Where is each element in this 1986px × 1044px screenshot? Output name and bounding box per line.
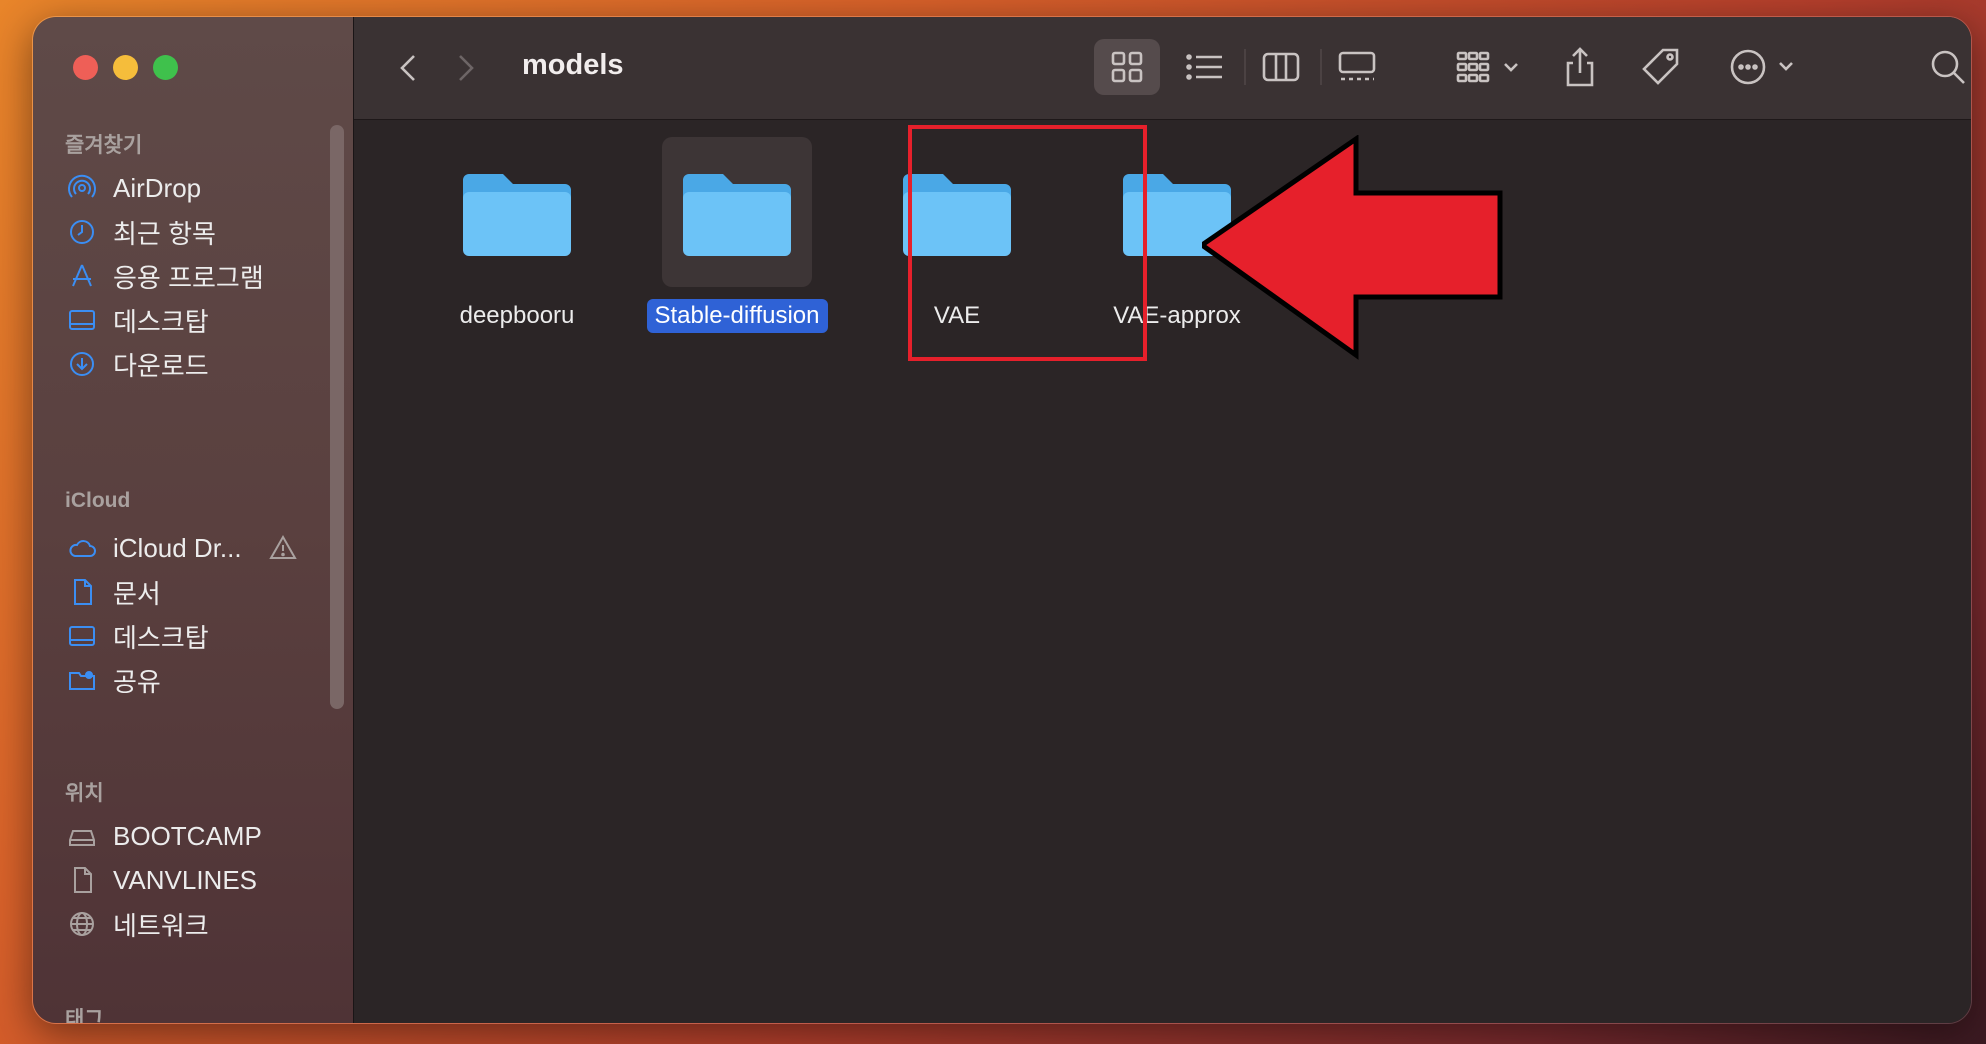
sidebar-item-shared[interactable]: 공유 [65, 657, 161, 703]
more-actions-button[interactable] [1726, 47, 1810, 87]
applications-icon [65, 259, 99, 293]
list-view-button[interactable] [1178, 47, 1232, 87]
main-content: models deepbooru Stable-diffusion VAE VA… [353, 17, 1971, 1023]
zoom-button[interactable] [153, 55, 178, 80]
sidebar-item-label: 데스크탑 [113, 306, 209, 337]
sidebar-section-locations: 위치 [65, 782, 104, 805]
document-icon [65, 575, 99, 609]
gallery-icon [1338, 51, 1376, 81]
window-controls [73, 55, 178, 80]
sidebar-item-icloud-desktop[interactable]: 데스크탑 [65, 613, 209, 659]
highlight-box [908, 125, 1147, 361]
group-button[interactable] [1450, 47, 1530, 87]
warning-icon [266, 531, 300, 565]
back-button[interactable] [394, 51, 424, 85]
sidebar-item-recents[interactable]: 최근 항목 [65, 209, 216, 255]
sidebar-item-label: 공유 [113, 666, 161, 697]
sidebar-item-label: 최근 항목 [113, 218, 216, 249]
share-button[interactable] [1560, 43, 1600, 91]
column-view-button[interactable] [1254, 47, 1308, 87]
chevron-left-icon [400, 55, 415, 81]
tag-icon [1642, 48, 1679, 85]
search-icon [1931, 50, 1965, 84]
list-icon [1186, 54, 1222, 80]
sidebar-item-network[interactable]: 네트워크 [65, 901, 209, 947]
sidebar-item-label: 응용 프로그램 [113, 262, 264, 293]
cloud-icon [65, 531, 99, 565]
annotation-arrow-icon [1202, 135, 1503, 360]
window-title: models [522, 49, 624, 81]
sidebar-item-vanvlines[interactable]: VANVLINES [65, 857, 257, 903]
folder-icon [442, 137, 592, 287]
globe-icon [65, 907, 99, 941]
sidebar: 즐겨찾기 AirDrop 최근 항목 응용 프로그램 데스크탑 다운로드 iCl… [33, 17, 353, 1023]
forward-button[interactable] [450, 51, 480, 85]
desktop-icon [65, 619, 99, 653]
sidebar-item-downloads[interactable]: 다운로드 [65, 341, 209, 387]
sidebar-item-label: VANVLINES [113, 864, 258, 895]
chevron-right-icon [459, 55, 474, 81]
search-button[interactable] [1926, 45, 1970, 89]
sidebar-item-label: BOOTCAMP [113, 820, 262, 851]
sidebar-item-applications[interactable]: 응용 프로그램 [65, 253, 264, 299]
airdrop-icon [65, 171, 99, 205]
download-icon [65, 347, 99, 381]
sidebar-item-label: 데스크탑 [113, 622, 209, 653]
grid-icon [1111, 51, 1143, 83]
sidebar-item-airdrop[interactable]: AirDrop [65, 165, 201, 211]
sidebar-section-favorites: 즐겨찾기 [65, 134, 143, 157]
minimize-button[interactable] [113, 55, 138, 80]
desktop-icon [65, 303, 99, 337]
document-icon [65, 863, 99, 897]
folder-icon [662, 137, 812, 287]
sidebar-section-tags: 태그 [65, 1008, 104, 1024]
file-item-stable-diffusion[interactable]: Stable-diffusion [646, 137, 828, 333]
ellipsis-circle-icon [1730, 49, 1793, 85]
sidebar-item-bootcamp[interactable]: BOOTCAMP [65, 813, 262, 859]
sidebar-item-desktop[interactable]: 데스크탑 [65, 297, 209, 343]
share-icon [1566, 47, 1594, 87]
drive-icon [65, 819, 99, 853]
group-icon [1456, 51, 1518, 83]
shared-folder-icon [65, 663, 99, 697]
close-button[interactable] [73, 55, 98, 80]
file-name: deepbooru [459, 302, 575, 329]
sidebar-item-label: 문서 [113, 578, 161, 609]
sidebar-item-label: 네트워크 [113, 910, 209, 941]
sidebar-item-label: iCloud Dr... [113, 532, 242, 563]
gallery-view-button[interactable] [1330, 47, 1384, 87]
sidebar-section-icloud: iCloud [65, 489, 131, 512]
sidebar-item-documents[interactable]: 문서 [65, 569, 161, 615]
file-item-deepbooru[interactable]: deepbooru [427, 137, 607, 333]
sidebar-item-icloud-drive[interactable]: iCloud Dr... [65, 525, 300, 571]
file-name: Stable-diffusion [646, 299, 828, 333]
clock-icon [65, 215, 99, 249]
finder-window: 즐겨찾기 AirDrop 최근 항목 응용 프로그램 데스크탑 다운로드 iCl… [32, 16, 1972, 1024]
sidebar-item-label: AirDrop [113, 172, 202, 203]
sidebar-item-label: 다운로드 [113, 350, 209, 381]
columns-icon [1262, 52, 1300, 82]
toolbar: models [354, 17, 1971, 120]
icon-view-button[interactable] [1100, 47, 1154, 87]
tag-button[interactable] [1638, 45, 1684, 89]
sidebar-scrollbar[interactable] [330, 125, 344, 709]
